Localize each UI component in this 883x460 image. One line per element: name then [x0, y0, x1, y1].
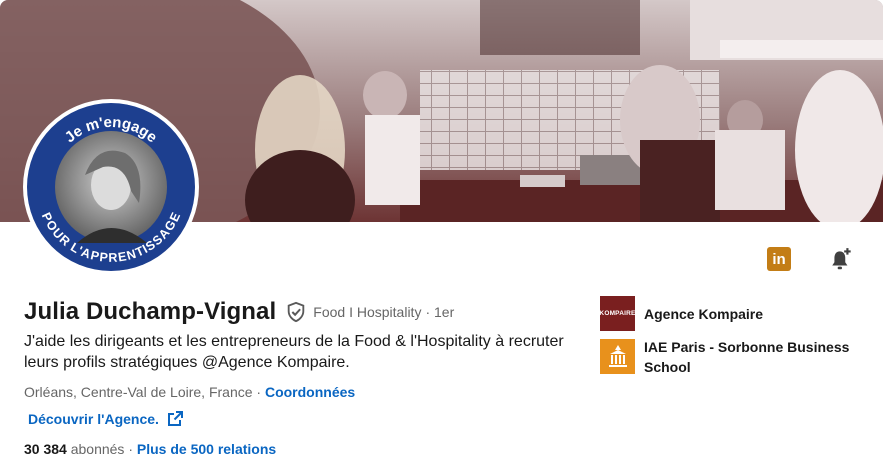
company-logo-text: KOMPAIRE [599, 310, 636, 317]
bell-plus-icon[interactable] [829, 246, 855, 272]
website-link[interactable]: Découvrir l'Agence. [28, 411, 183, 427]
profile-card: Je m'engage POUR L'APPRENTISSAGE in Juli… [0, 0, 883, 460]
stats-row: 30 384 abonnés · Plus de 500 relations [24, 441, 276, 457]
verified-shield-icon[interactable] [285, 301, 307, 323]
current-company-item[interactable]: KOMPAIRE Agence Kompaire [599, 296, 870, 331]
website-label: Découvrir l'Agence. [28, 411, 159, 427]
company-logo-kompaire: KOMPAIRE [599, 296, 636, 331]
profile-avatar[interactable]: Je m'engage POUR L'APPRENTISSAGE [23, 99, 199, 275]
school-logo-iae [600, 339, 635, 374]
name-row: Julia Duchamp-Vignal Food I Hospitality … [24, 298, 454, 326]
school-building-icon [608, 344, 627, 367]
education-item[interactable]: IAE Paris - Sorbonne Business School [600, 339, 870, 377]
profile-top-actions: in [767, 246, 855, 272]
connection-degree: · 1er [425, 304, 455, 320]
contact-info-link[interactable]: Coordonnées [265, 384, 355, 400]
experience-education-list: KOMPAIRE Agence Kompaire IAE Paris - Sor… [599, 296, 870, 385]
profile-name: Julia Duchamp-Vignal [24, 298, 277, 325]
profile-pronoun: Food I Hospitality [313, 304, 422, 320]
linkedin-icon[interactable]: in [767, 247, 791, 271]
avatar-badge-image: Je m'engage POUR L'APPRENTISSAGE [27, 103, 195, 271]
external-link-icon [167, 411, 183, 426]
company-name: Agence Kompaire [644, 306, 764, 322]
stats-separator: · [128, 441, 133, 457]
school-name: IAE Paris - Sorbonne Business School [644, 339, 850, 375]
connections-link[interactable]: Plus de 500 relations [137, 441, 276, 457]
profile-location: Orléans, Centre-Val de Loire, France · [24, 384, 262, 400]
followers-count: 30 384 [24, 441, 67, 457]
location-row: Orléans, Centre-Val de Loire, France · C… [24, 384, 355, 400]
profile-headline: J'aide les dirigeants et les entrepreneu… [24, 333, 564, 371]
followers-label: abonnés [70, 441, 125, 457]
